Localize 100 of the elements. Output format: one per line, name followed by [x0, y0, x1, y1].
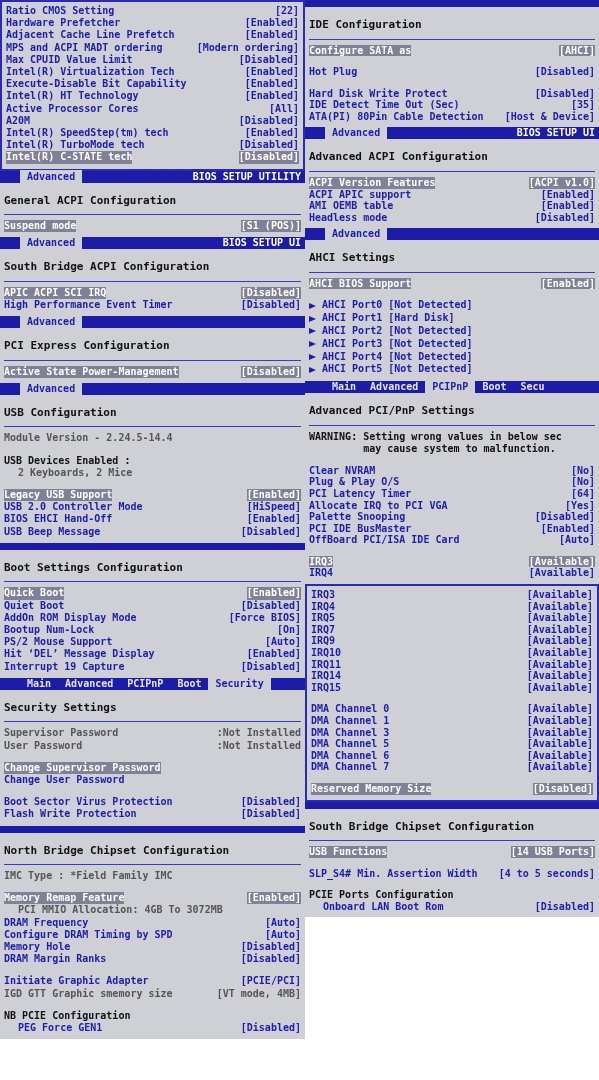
setting-label[interactable]: DMA Channel 3 — [311, 726, 390, 739]
setting-label[interactable]: PS/2 Mouse Support — [4, 636, 113, 649]
menu-tab[interactable]: PCIPnP — [120, 676, 171, 690]
setting-value[interactable]: [Disabled] — [240, 299, 301, 312]
setting-label[interactable]: ATA(PI) 80Pin Cable Detection — [309, 110, 484, 123]
setting-label[interactable]: IRQ14 — [311, 670, 342, 682]
setting-label[interactable]: Configure DRAM Timing by SPD — [4, 928, 173, 942]
setting-label[interactable]: APIC ACPI SCI IRQ — [4, 286, 107, 300]
submenu-item[interactable]: AHCI Port5 — [322, 363, 383, 377]
setting-label[interactable]: IRQ4 — [309, 567, 334, 580]
menu-tab[interactable]: Advanced — [20, 315, 83, 329]
setting-label[interactable]: USB 2.0 Controller Mode — [4, 501, 143, 514]
setting-label[interactable]: Intel(R) SpeedStep(tm) tech — [6, 127, 169, 140]
setting-label[interactable]: Initiate Graphic Adapter — [4, 975, 149, 988]
setting-label[interactable]: Memory Remap Feature — [4, 892, 125, 905]
setting-label[interactable]: Suspend mode — [4, 220, 77, 233]
setting-label[interactable]: Allocate IRQ to PCI VGA — [309, 499, 448, 512]
setting-label[interactable]: High Performance Event Timer — [4, 299, 173, 312]
setting-label[interactable]: Active Processor Cores — [6, 102, 139, 115]
setting-value[interactable]: [Disabled] — [534, 511, 595, 523]
setting-label[interactable]: IRQ15 — [311, 681, 342, 694]
setting-value[interactable]: [AHCI] — [558, 44, 595, 57]
submenu-item[interactable]: AHCI Port1 — [322, 312, 383, 326]
setting-label[interactable]: IRQ5 — [311, 612, 336, 624]
setting-value[interactable]: [Enabled] — [244, 66, 299, 79]
setting-value[interactable]: [Enabled] — [244, 17, 299, 30]
setting-label[interactable]: Quick Boot — [4, 587, 65, 600]
setting-label[interactable]: OffBoard PCI/ISA IDE Card — [309, 534, 460, 546]
setting-label[interactable]: DRAM Margin Ranks — [4, 953, 107, 966]
setting-label[interactable]: Change Supervisor Password — [4, 761, 161, 774]
setting-label[interactable]: Hot Plug — [309, 66, 358, 78]
menu-tab[interactable]: PCIPnP — [425, 380, 476, 394]
setting-value[interactable]: [Available] — [526, 647, 593, 659]
setting-value[interactable]: [ACPI v1.0] — [528, 176, 595, 189]
setting-label[interactable]: AMI OEMB table — [309, 200, 394, 212]
setting-label[interactable]: Configure SATA as — [309, 44, 412, 57]
setting-value[interactable]: [Available] — [526, 726, 593, 739]
submenu-item[interactable]: AHCI Port2 — [322, 325, 383, 338]
setting-label[interactable]: IDE Detect Time Out (Sec) — [309, 99, 460, 111]
setting-label[interactable]: Hard Disk Write Protect — [309, 87, 448, 100]
setting-value[interactable]: [Enabled] — [244, 90, 299, 103]
setting-label[interactable]: Memory Hole — [4, 941, 71, 954]
setting-value[interactable]: [Available] — [526, 670, 593, 682]
setting-label[interactable]: Hardware Prefetcher — [6, 17, 121, 30]
setting-value[interactable]: [Disabled] — [238, 151, 299, 164]
setting-label[interactable]: Headless mode — [309, 211, 388, 224]
setting-value[interactable]: [Disabled] — [240, 1022, 301, 1035]
setting-value[interactable]: [Available] — [528, 555, 595, 568]
setting-label[interactable]: DMA Channel 5 — [311, 738, 390, 750]
setting-label[interactable]: PCI IDE BusMaster — [309, 522, 412, 535]
setting-value[interactable]: [Auto] — [558, 534, 595, 546]
setting-value[interactable]: [Disabled] — [240, 796, 301, 809]
setting-value[interactable]: [4 to 5 seconds] — [498, 867, 595, 880]
setting-label[interactable]: PEG Force GEN1 — [18, 1022, 103, 1035]
setting-label[interactable]: Ratio CMOS Setting — [6, 5, 115, 18]
setting-label[interactable]: Onboard LAN Boot Rom — [323, 900, 444, 913]
setting-label[interactable]: PCI Latency Timer — [309, 487, 412, 500]
setting-value[interactable]: [Disabled] — [240, 808, 301, 821]
setting-label[interactable]: Plug & Play O/S — [309, 476, 400, 488]
setting-value[interactable]: [Available] — [526, 589, 593, 601]
setting-value[interactable]: [Available] — [528, 567, 595, 580]
setting-value[interactable]: [Disabled] — [534, 66, 595, 78]
setting-value[interactable]: [Disabled] — [238, 139, 299, 152]
setting-value[interactable]: [Disabled] — [534, 87, 595, 100]
setting-value[interactable]: [Disabled] — [238, 114, 299, 128]
setting-value[interactable]: [Enabled] — [246, 489, 301, 502]
setting-value[interactable]: [PCIE/PCI] — [240, 975, 301, 988]
setting-label[interactable]: ACPI Version Features — [309, 176, 436, 189]
setting-label[interactable]: ACPI APIC support — [309, 188, 412, 201]
setting-label[interactable]: Execute-Disable Bit Capability — [6, 78, 187, 91]
setting-label[interactable]: IRQ3 — [309, 555, 334, 568]
setting-value[interactable]: [Available] — [526, 738, 593, 750]
setting-label[interactable]: Intel(R) C-STATE tech — [6, 151, 133, 164]
setting-value[interactable]: [Available] — [526, 623, 593, 636]
setting-value[interactable]: [64] — [570, 487, 595, 500]
setting-value[interactable]: [Enabled] — [246, 892, 301, 905]
setting-label[interactable]: Max CPUID Value Limit — [6, 53, 133, 66]
setting-label[interactable]: DMA Channel 0 — [311, 703, 390, 715]
setting-label[interactable]: AddOn ROM Display Mode — [4, 611, 137, 624]
setting-value[interactable]: [35] — [570, 99, 595, 111]
setting-value[interactable]: [S1 (POS)] — [240, 220, 301, 233]
menu-tab[interactable]: Boot — [170, 676, 209, 690]
setting-value[interactable]: [Available] — [526, 658, 593, 671]
submenu-item[interactable]: AHCI Port4 — [322, 350, 383, 364]
setting-value[interactable]: [Available] — [526, 681, 593, 694]
setting-label[interactable]: Clear NVRAM — [309, 464, 376, 477]
setting-label[interactable]: IRQ3 — [311, 589, 336, 601]
setting-label[interactable]: Active State Power-Management — [4, 365, 179, 378]
setting-value[interactable]: [Available] — [526, 612, 593, 624]
menu-tab[interactable]: Advanced — [325, 126, 388, 140]
setting-value[interactable]: [Available] — [526, 761, 593, 773]
setting-label[interactable]: Intel(R) TurboMode tech — [6, 139, 145, 152]
setting-label[interactable]: Interrupt 19 Capture — [4, 660, 125, 673]
setting-value[interactable]: [HiSpeed] — [246, 501, 301, 514]
submenu-item[interactable]: AHCI Port0 — [322, 299, 383, 313]
setting-value[interactable]: [Yes] — [564, 499, 595, 512]
setting-label[interactable]: Adjacent Cache Line Prefetch — [6, 29, 175, 42]
setting-label[interactable]: Palette Snooping — [309, 511, 406, 523]
setting-label[interactable]: DRAM Frequency — [4, 916, 89, 929]
menu-tab[interactable]: Main — [325, 380, 364, 394]
